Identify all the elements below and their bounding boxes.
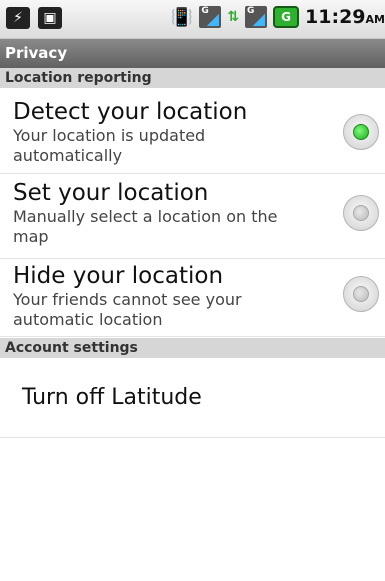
usb-icon: ⚡ xyxy=(6,7,30,29)
section-header-location-reporting: Location reporting xyxy=(0,68,385,88)
radio-set-location[interactable] xyxy=(343,195,379,231)
option-set-location[interactable]: Set your location Manually select a loca… xyxy=(0,175,385,259)
option-summary: Your location is updated automatically xyxy=(13,126,206,165)
option-title: Hide your location xyxy=(13,263,224,289)
android-debug-icon: ▣ xyxy=(38,7,62,29)
section-header-account-settings: Account settings xyxy=(0,338,385,358)
option-title: Set your location xyxy=(13,180,209,206)
clock: 11:29AM xyxy=(305,6,385,28)
signal-icon: G xyxy=(199,6,222,28)
option-detect-location[interactable]: Detect your location Your location is up… xyxy=(0,88,385,174)
radio-detect-location[interactable] xyxy=(343,114,379,150)
option-summary: Your friends cannot see your automatic l… xyxy=(13,290,242,329)
turn-off-latitude-button[interactable]: Turn off Latitude xyxy=(0,358,385,438)
option-hide-location[interactable]: Hide your location Your friends cannot s… xyxy=(0,260,385,337)
vibrate-icon: 📳 xyxy=(170,6,194,28)
radio-hide-location[interactable] xyxy=(343,276,379,312)
data-arrows-icon: ⇅ xyxy=(227,9,240,25)
battery-icon: G xyxy=(273,6,300,28)
page-title: Privacy xyxy=(0,39,385,68)
option-title: Detect your location xyxy=(13,99,248,125)
signal-icon: G xyxy=(245,6,268,28)
option-summary: Manually select a location on the map xyxy=(13,207,278,246)
status-bar: ⚡ ▣ 📳 G ⇅ G G 11:29AM xyxy=(0,0,385,39)
